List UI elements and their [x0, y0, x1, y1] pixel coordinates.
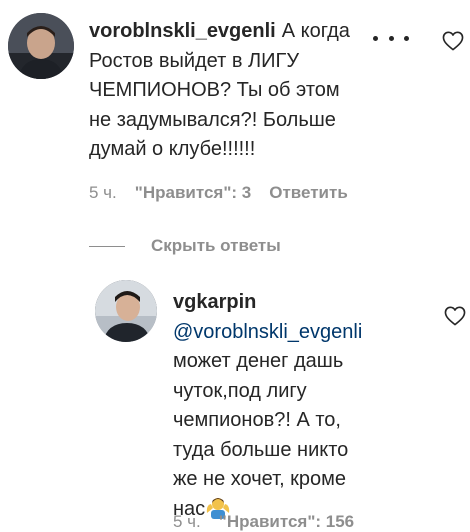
hide-replies-label: Скрыть ответы [151, 236, 281, 255]
avatar-photo [95, 280, 157, 342]
avatar-photo [8, 13, 74, 79]
comment-username[interactable]: voroblnskli_evgenli [89, 20, 276, 42]
comment-text: может денег дашь чуток,под лигу чемпионо… [173, 350, 349, 520]
divider-line [89, 245, 125, 247]
comment-body: voroblnskli_evgenli А когда Ростов выйдет… [89, 17, 365, 165]
avatar[interactable] [95, 280, 157, 342]
comment-body: vgkarpin @voroblnskli_evgenli может денег… [173, 288, 373, 524]
comment-meta: 5 ч. "Нравится": 156 [173, 512, 372, 532]
comment-meta: 5 ч. "Нравится": 3 Ответить [89, 183, 366, 203]
hide-replies-button[interactable]: Скрыть ответы [89, 236, 281, 256]
comment-time[interactable]: 5 ч. [89, 183, 117, 202]
comment-time[interactable]: 5 ч. [173, 512, 201, 531]
comment-likes[interactable]: "Нравится": 156 [219, 512, 354, 531]
heart-outline-icon[interactable] [444, 306, 466, 326]
comment-username[interactable]: vgkarpin [173, 291, 256, 313]
heart-outline-icon[interactable] [442, 31, 464, 51]
reply-button[interactable]: Ответить [269, 183, 348, 202]
comment-mention[interactable]: @voroblnskli_evgenli [173, 318, 373, 348]
comment-likes[interactable]: "Нравится": 3 [135, 183, 251, 202]
more-options-icon[interactable] [373, 28, 409, 48]
avatar[interactable] [8, 13, 74, 79]
